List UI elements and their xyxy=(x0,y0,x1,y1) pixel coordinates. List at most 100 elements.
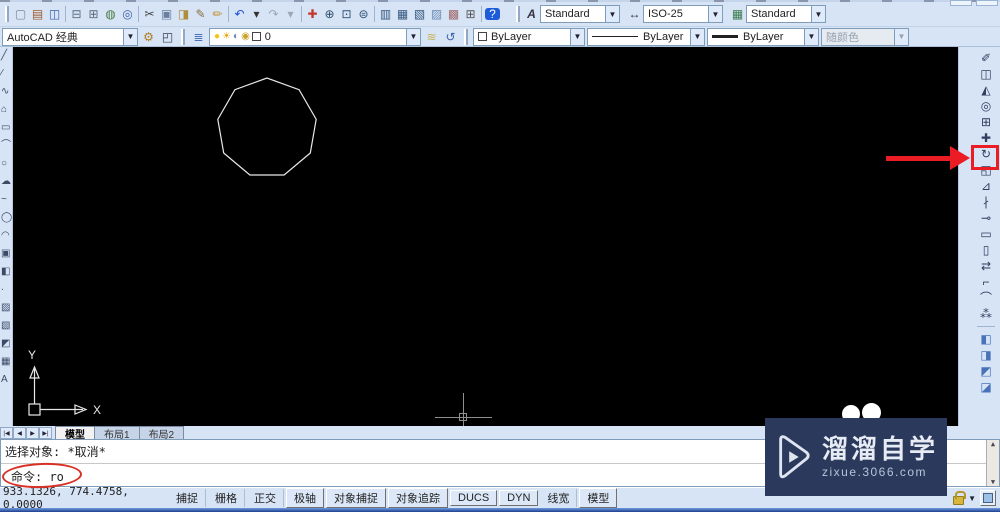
markup-set-manager-icon[interactable]: ▩ xyxy=(445,5,462,23)
circle-icon[interactable]: ○ xyxy=(0,155,12,173)
trim-icon[interactable]: ∤ xyxy=(976,194,996,210)
copy-icon[interactable]: ▣ xyxy=(158,5,175,23)
status-toggle-button[interactable]: 捕捉 xyxy=(169,489,206,507)
lock-icon[interactable] xyxy=(953,491,967,505)
erase-icon[interactable]: ✐ xyxy=(976,50,996,66)
chevron-down-icon[interactable]: ▼ xyxy=(690,28,704,45)
table-style-select[interactable]: Standard ▼ xyxy=(746,5,826,23)
match-properties-icon[interactable]: ✎ xyxy=(192,5,209,23)
undo-caret-icon[interactable]: ▾ xyxy=(248,5,265,23)
chevron-down-icon[interactable]: ▼ xyxy=(804,28,818,45)
lock-icon[interactable]: ◉ xyxy=(241,31,250,42)
designcenter-icon[interactable]: ▦ xyxy=(394,5,411,23)
text-style-icon[interactable]: A xyxy=(523,5,540,23)
send-to-back-icon[interactable]: ◨ xyxy=(976,347,996,363)
chevron-down-icon[interactable]: ▼ xyxy=(708,6,722,22)
polyline-icon[interactable]: ∿ xyxy=(0,83,12,101)
table-style-icon[interactable]: ▦ xyxy=(729,5,746,23)
color-select[interactable]: ByLayer ▼ xyxy=(473,27,585,46)
insert-block-icon[interactable]: ▣ xyxy=(0,245,12,263)
tab-nav-arrow[interactable]: ▶| xyxy=(39,427,52,439)
redo-icon[interactable]: ↷ xyxy=(265,5,282,23)
drawing-canvas[interactable]: Y X xyxy=(13,47,958,426)
toolbar-grip[interactable] xyxy=(181,28,185,45)
bulb-icon[interactable]: ● xyxy=(214,31,220,42)
explode-icon[interactable]: ⁂ xyxy=(976,306,996,322)
region-icon[interactable]: ◩ xyxy=(0,335,12,353)
gradient-icon[interactable]: ▧ xyxy=(0,317,12,335)
publish-icon[interactable]: ◍ xyxy=(102,5,119,23)
sheet-set-manager-icon[interactable]: ▨ xyxy=(428,5,445,23)
lineweight-select[interactable]: ByLayer ▼ xyxy=(707,27,819,46)
ellipse-icon[interactable]: ◯ xyxy=(0,209,12,227)
tab-nav-arrow[interactable]: ◀ xyxy=(13,427,26,439)
extend-icon[interactable]: ⊸ xyxy=(976,210,996,226)
status-toggle-button[interactable]: 模型 xyxy=(579,488,618,508)
pan-icon[interactable]: ✚ xyxy=(304,5,321,23)
stretch-icon[interactable]: ⊿ xyxy=(976,178,996,194)
save-icon[interactable]: ◫ xyxy=(46,5,63,23)
properties-icon[interactable]: ▥ xyxy=(377,5,394,23)
linetype-select[interactable]: ByLayer ▼ xyxy=(587,27,705,46)
status-toggle-button[interactable]: 线宽 xyxy=(540,489,578,507)
layout-tab[interactable]: 模型 xyxy=(55,426,95,441)
arc-icon[interactable]: ⌒ xyxy=(0,137,12,155)
zoom-window-icon[interactable]: ⊡ xyxy=(338,5,355,23)
status-toggle-button[interactable]: 正交 xyxy=(247,489,284,507)
make-block-icon[interactable]: ◧ xyxy=(0,263,12,281)
chevron-down-icon[interactable]: ▼ xyxy=(605,6,619,22)
dim-style-select[interactable]: ISO-25 ▼ xyxy=(643,5,723,23)
nonagon-polygon[interactable] xyxy=(13,47,958,426)
open-file-icon[interactable]: ▤ xyxy=(29,5,46,23)
status-toggle-button[interactable]: 极轴 xyxy=(286,488,324,508)
command-scrollbar[interactable]: ▲ ▼ xyxy=(986,440,999,486)
scroll-down-icon[interactable]: ▼ xyxy=(991,478,995,486)
chevron-down-icon[interactable]: ▼ xyxy=(123,28,137,45)
rectangle-icon[interactable]: ▭ xyxy=(0,119,12,137)
sun-icon[interactable]: ☀ xyxy=(222,31,231,42)
point-icon[interactable]: ∙ xyxy=(0,281,12,299)
dim-style-icon[interactable]: ↔ xyxy=(626,5,643,23)
bring-above-icon[interactable]: ◩ xyxy=(976,363,996,379)
send-under-icon[interactable]: ◪ xyxy=(976,379,996,395)
plot-icon[interactable]: ⊟ xyxy=(68,5,85,23)
spline-icon[interactable]: ~ xyxy=(0,191,12,209)
save-workspace-icon[interactable]: ◰ xyxy=(159,28,176,46)
block-editor-icon[interactable]: ✏ xyxy=(209,5,226,23)
cut-icon[interactable]: ✂ xyxy=(141,5,158,23)
mtext-icon[interactable]: A xyxy=(0,371,12,389)
break-at-point-icon[interactable]: ▭ xyxy=(976,226,996,242)
toolbar-grip[interactable] xyxy=(516,6,520,22)
status-toggle-button[interactable]: DUCS xyxy=(450,490,498,506)
toolbar-grip[interactable] xyxy=(5,6,9,22)
workspace-settings-icon[interactable]: ⚙ xyxy=(140,28,157,46)
break-icon[interactable]: ▯ xyxy=(976,242,996,258)
bring-to-front-icon[interactable]: ◧ xyxy=(976,331,996,347)
layer-select[interactable]: ● ☀ ◐ ◉ 0 ▼ xyxy=(209,27,421,46)
text-style-select[interactable]: Standard ▼ xyxy=(540,5,620,23)
mirror-icon[interactable]: ◭ xyxy=(976,82,996,98)
plot-preview-icon[interactable]: ⊞ xyxy=(85,5,102,23)
clean-screen-button[interactable] xyxy=(980,490,996,506)
workspace-select[interactable]: AutoCAD 经典 ▼ xyxy=(2,27,138,46)
tab-nav-arrow[interactable]: ▶ xyxy=(26,427,39,439)
ellipse-arc-icon[interactable]: ◠ xyxy=(0,227,12,245)
make-object-layer-icon[interactable]: ≋ xyxy=(423,28,440,46)
construction-line-icon[interactable]: ∕ xyxy=(0,65,12,83)
move-icon[interactable]: ✚ xyxy=(976,130,996,146)
layout-tab[interactable]: 布局1 xyxy=(94,426,140,441)
chevron-down-icon[interactable]: ▼ xyxy=(570,28,584,45)
hatch-icon[interactable]: ▨ xyxy=(0,299,12,317)
help-icon[interactable]: ? xyxy=(484,5,501,23)
status-toggle-button[interactable]: 对象追踪 xyxy=(388,488,448,508)
freeze-icon[interactable]: ◐ xyxy=(233,31,239,42)
fillet-icon[interactable]: ⌒ xyxy=(976,290,996,306)
status-toggle-button[interactable]: 栅格 xyxy=(208,489,245,507)
new-file-icon[interactable]: ▢ xyxy=(12,5,29,23)
layout-tab[interactable]: 布局2 xyxy=(138,426,185,441)
status-toggle-button[interactable]: DYN xyxy=(499,490,539,506)
tool-palettes-icon[interactable]: ▧ xyxy=(411,5,428,23)
table-icon[interactable]: ▦ xyxy=(0,353,12,371)
3d-dwf-icon[interactable]: ◎ xyxy=(119,5,136,23)
scroll-up-icon[interactable]: ▲ xyxy=(991,440,995,448)
